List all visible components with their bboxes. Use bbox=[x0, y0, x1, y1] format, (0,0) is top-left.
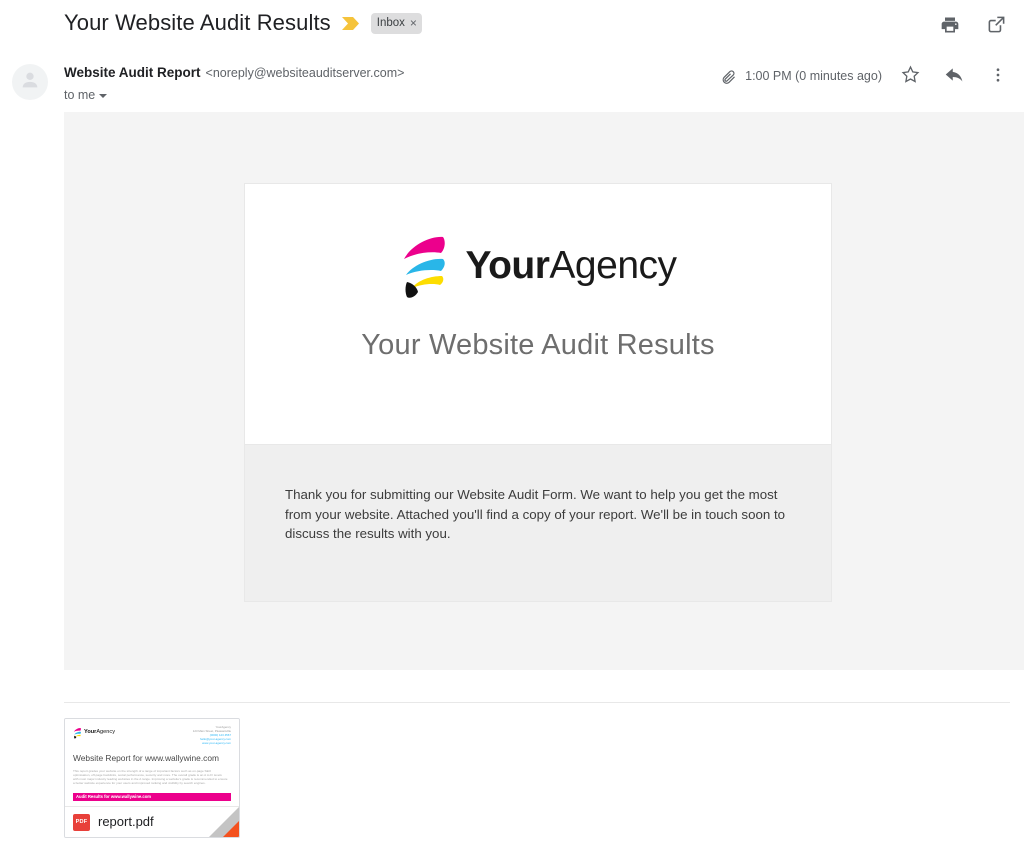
email-body: YourAgency Your Website Audit Results Th… bbox=[64, 112, 1024, 670]
important-marker-icon[interactable] bbox=[341, 16, 360, 30]
message-timestamp: 1:00 PM (0 minutes ago) bbox=[745, 69, 882, 83]
brand-logo-bold: Your bbox=[465, 244, 550, 287]
reply-icon bbox=[944, 64, 965, 88]
open-in-new-window-icon bbox=[987, 15, 1006, 37]
reply-button[interactable] bbox=[938, 60, 970, 92]
message-meta: 1:00 PM (0 minutes ago) bbox=[720, 60, 1014, 92]
thumbnail-brand-light: Agency bbox=[96, 728, 115, 735]
sender-email[interactable]: <noreply@websiteauditserver.com> bbox=[206, 63, 405, 83]
brand-logo-light: Agency bbox=[549, 244, 677, 287]
more-vertical-icon bbox=[989, 66, 1007, 87]
more-options-button[interactable] bbox=[982, 60, 1014, 92]
thumbnail-address-block: YourAgency 123 Main Street, Pleasantvill… bbox=[193, 725, 231, 746]
close-icon[interactable]: × bbox=[410, 17, 417, 29]
sender-name[interactable]: Website Audit Report bbox=[64, 63, 201, 83]
sender-details: Website Audit Report <noreply@websiteaud… bbox=[64, 63, 404, 104]
star-icon bbox=[900, 64, 921, 88]
toolbar-actions bbox=[934, 10, 1012, 42]
chevron-down-icon[interactable] bbox=[99, 93, 108, 98]
recipient-label: to me bbox=[64, 88, 96, 102]
attachment-thumbnail: YourAgency YourAgency 123 Main Street, P… bbox=[65, 719, 239, 807]
star-button[interactable] bbox=[894, 60, 926, 92]
youragency-logo-mark-icon bbox=[399, 232, 451, 300]
avatar[interactable] bbox=[12, 64, 48, 100]
youragency-logo-mark-icon-small bbox=[73, 726, 82, 739]
default-avatar-icon bbox=[19, 69, 41, 96]
email-card-body: Thank you for submitting our Website Aud… bbox=[245, 444, 831, 601]
thumbnail-brand-bold: Your bbox=[84, 728, 97, 735]
attachment-corner-fold-icon bbox=[195, 807, 239, 837]
thumbnail-title: Website Report for www.wallywine.com bbox=[73, 752, 219, 763]
thumbnail-brand-logo: YourAgency bbox=[73, 726, 115, 739]
thumbnail-header: YourAgency YourAgency 123 Main Street, P… bbox=[73, 725, 231, 746]
message-toolbar: Your Website Audit Results Inbox × bbox=[0, 0, 1024, 52]
brand-logo: YourAgency bbox=[399, 232, 677, 300]
thumbnail-banner: Audit Results for www.wallywine.com bbox=[73, 793, 231, 801]
subject-row: Your Website Audit Results Inbox × bbox=[64, 8, 422, 38]
thumbnail-paragraph-line: a better website experience for your use… bbox=[73, 781, 206, 786]
gmail-message-view: Your Website Audit Results Inbox × Websi… bbox=[0, 0, 1024, 856]
attachments-divider bbox=[64, 702, 1010, 703]
thumbnail-address-line: www.your-agency.com bbox=[202, 740, 231, 745]
label-chip-inbox[interactable]: Inbox × bbox=[370, 12, 422, 34]
email-headline: Your Website Audit Results bbox=[361, 329, 715, 361]
paperclip-icon bbox=[720, 68, 737, 85]
recipient-row[interactable]: to me bbox=[64, 86, 404, 104]
attachment-filename: report.pdf bbox=[98, 814, 154, 829]
sender-line: Website Audit Report <noreply@websiteaud… bbox=[64, 63, 404, 83]
brand-logo-text: YourAgency bbox=[465, 244, 677, 288]
pdf-file-icon: PDF bbox=[73, 813, 90, 831]
print-icon bbox=[940, 15, 960, 38]
label-chip-text: Inbox bbox=[376, 16, 405, 29]
email-card-header: YourAgency Your Website Audit Results bbox=[245, 184, 831, 444]
email-card: YourAgency Your Website Audit Results Th… bbox=[244, 183, 832, 602]
thumbnail-paragraph: This report grades your website on the s… bbox=[73, 769, 231, 786]
email-body-text: Thank you for submitting our Website Aud… bbox=[285, 487, 786, 541]
open-in-new-window-button[interactable] bbox=[980, 10, 1012, 42]
thumbnail-brand-text: YourAgency bbox=[84, 729, 115, 736]
attachment-footer: PDF report.pdf bbox=[65, 807, 239, 837]
attachment-card-report-pdf[interactable]: YourAgency YourAgency 123 Main Street, P… bbox=[64, 718, 240, 838]
print-button[interactable] bbox=[934, 10, 966, 42]
page-title: Your Website Audit Results bbox=[64, 10, 331, 35]
